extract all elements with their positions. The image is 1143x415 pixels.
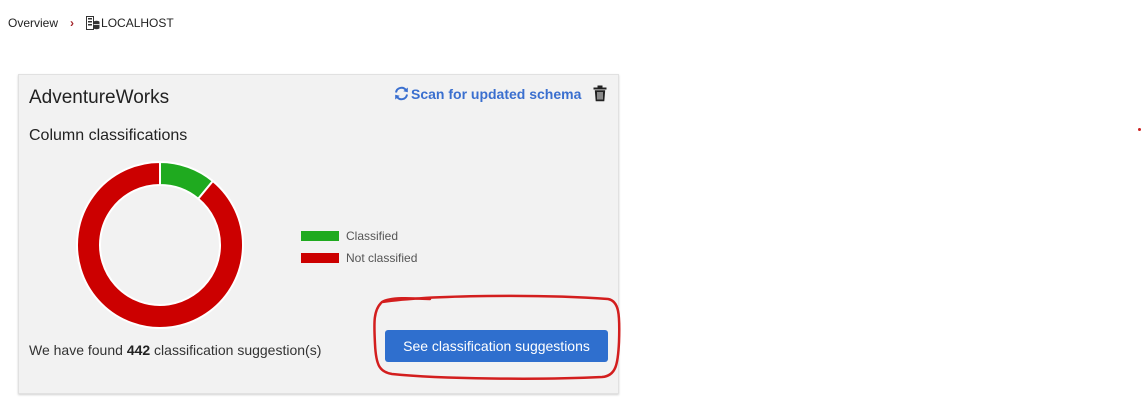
- suggestion-count-text: We have found 442 classification suggest…: [29, 342, 321, 358]
- page: Overview › LOCALHOST AdventureWorks Scan…: [0, 0, 1143, 415]
- legend-item-not-classified[interactable]: Not classified: [301, 247, 417, 269]
- legend-label: Classified: [346, 229, 399, 243]
- breadcrumb: Overview › LOCALHOST: [8, 14, 174, 32]
- server-icon: [86, 16, 100, 30]
- found-suffix: classification suggestion(s): [150, 342, 322, 358]
- refresh-icon: [393, 85, 410, 102]
- breadcrumb-separator: ›: [70, 16, 75, 30]
- trash-icon[interactable]: [593, 85, 607, 102]
- chart-legend: Classified Not classified: [301, 225, 417, 269]
- breadcrumb-overview[interactable]: Overview: [8, 16, 58, 30]
- found-count: 442: [126, 342, 151, 358]
- legend-swatch: [301, 253, 339, 263]
- red-circle-annotation: [373, 294, 621, 380]
- section-title: Column classifications: [29, 127, 188, 144]
- breadcrumb-server: LOCALHOST: [101, 16, 174, 30]
- scan-schema-link[interactable]: Scan for updated schema: [393, 85, 581, 102]
- scan-schema-label: Scan for updated schema: [411, 85, 582, 102]
- annotation-dot: [1138, 128, 1141, 131]
- legend-swatch: [301, 231, 339, 241]
- classification-donut-chart: [76, 161, 244, 329]
- legend-item-classified[interactable]: Classified: [301, 225, 417, 247]
- found-prefix: We have found: [29, 342, 127, 358]
- legend-label: Not classified: [346, 251, 418, 265]
- database-title: AdventureWorks: [29, 87, 170, 108]
- donut-slice-not-classified[interactable]: [76, 161, 244, 329]
